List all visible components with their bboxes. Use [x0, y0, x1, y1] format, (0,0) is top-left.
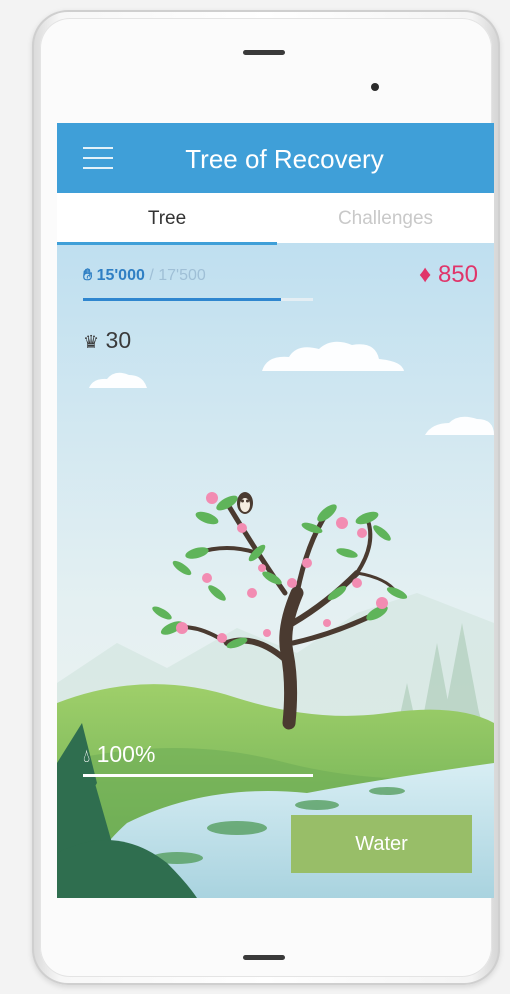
tab-tree[interactable]: Tree — [57, 193, 277, 243]
xp-counter: ✋︎ 15'000 / 17'500 — [83, 267, 206, 285]
active-tab-indicator — [57, 242, 277, 245]
app-title: Tree of Recovery — [185, 144, 384, 174]
crown-counter: ♛ 30 — [83, 327, 131, 354]
water-progress-fill — [83, 774, 313, 777]
water-button[interactable]: Water — [291, 815, 472, 873]
app-screen: Tree of Recovery Tree Challenges ✋︎ 15'0… — [57, 123, 494, 898]
diamond-icon: ♦ — [419, 261, 432, 288]
gem-count: 850 — [437, 261, 478, 288]
xp-progress-bar — [83, 298, 313, 301]
app-bar: Tree of Recovery — [57, 123, 494, 193]
water-level: 💧︎ 100% — [83, 741, 155, 768]
earpiece-speaker — [243, 50, 285, 55]
tab-bar: Tree Challenges — [57, 193, 494, 243]
front-camera — [371, 83, 379, 91]
xp-progress-fill — [83, 298, 281, 301]
hand-icon: ✋︎ — [83, 267, 93, 284]
xp-separator: / — [149, 267, 154, 284]
bottom-speaker — [243, 955, 285, 960]
crown-icon: ♛ — [83, 332, 100, 352]
water-percent: 100% — [96, 741, 156, 767]
owl — [237, 492, 253, 514]
crown-count: 30 — [105, 327, 132, 353]
water-drop-icon: 💧︎ — [83, 746, 91, 766]
xp-max: 17'500 — [158, 267, 206, 284]
water-progress-bar — [83, 774, 313, 777]
gem-counter: ♦ 850 — [419, 261, 478, 289]
xp-current: 15'000 — [96, 267, 145, 284]
tab-challenges[interactable]: Challenges — [277, 193, 494, 243]
